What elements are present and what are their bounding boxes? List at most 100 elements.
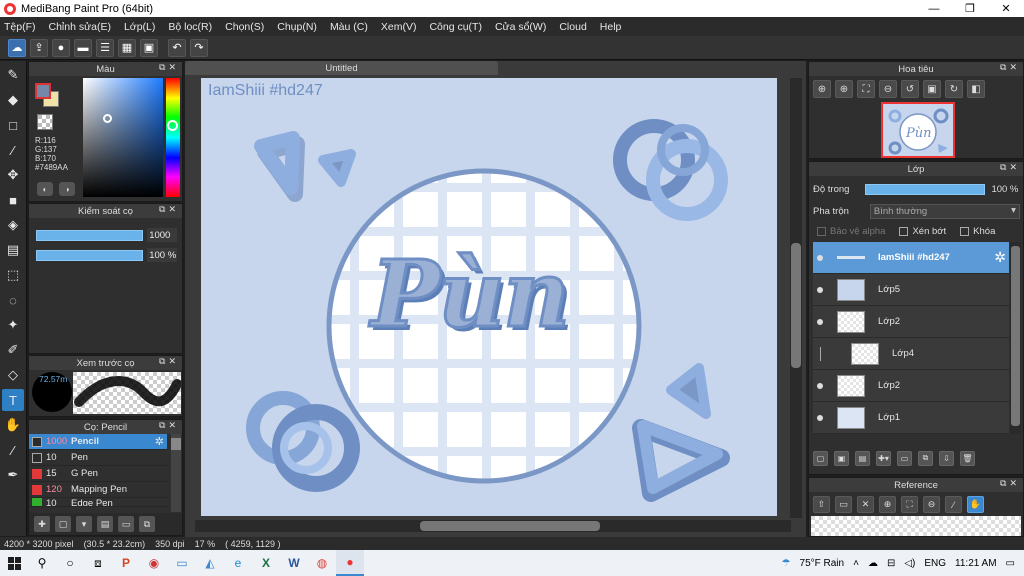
visibility-eye-icon[interactable]: [813, 346, 827, 361]
task-view-icon[interactable]: ⧈: [84, 550, 112, 576]
eraser-tool-icon[interactable]: ◆: [2, 89, 24, 111]
delete-layer-icon[interactable]: 🗑: [960, 450, 975, 466]
flip-icon[interactable]: ◧: [967, 80, 985, 98]
brush-copy-icon[interactable]: ▤: [97, 516, 113, 532]
layer-row-lop2-b[interactable]: Lớp2: [813, 370, 1009, 402]
navigator-thumbnail[interactable]: Pùn: [881, 102, 955, 158]
move-tool-icon[interactable]: ✥: [2, 164, 24, 186]
new-brush-icon[interactable]: ▢: [55, 516, 71, 532]
network-icon[interactable]: ⊟: [887, 558, 895, 569]
language-indicator[interactable]: ENG: [924, 558, 946, 569]
hand-icon[interactable]: ✋: [967, 496, 984, 513]
transparent-color-swatch[interactable]: [37, 114, 53, 130]
text-tool-icon[interactable]: T: [2, 389, 24, 411]
menu-help[interactable]: Help: [600, 21, 622, 33]
panel-controls-icon[interactable]: ⧉✕: [1000, 62, 1020, 73]
menu-file[interactable]: Tệp(F): [4, 21, 36, 33]
palette-icon[interactable]: ◐: [37, 182, 53, 196]
gear-icon[interactable]: ✲: [155, 435, 164, 448]
menu-edit[interactable]: Chỉnh sửa(E): [49, 21, 111, 33]
hue-slider[interactable]: [166, 78, 180, 197]
open-folder-icon[interactable]: ▭: [835, 496, 852, 513]
edge-icon[interactable]: e: [224, 550, 252, 576]
lock-checkbox[interactable]: Khóa: [960, 226, 995, 237]
document-tab[interactable]: Untitled: [185, 61, 498, 75]
menu-view[interactable]: Xem(V): [381, 21, 417, 33]
tiles-icon[interactable]: ▣: [140, 38, 158, 57]
photos-icon[interactable]: ◭: [196, 550, 224, 576]
new-layer-icon[interactable]: ▢: [813, 450, 828, 466]
zoom-in-alt-icon[interactable]: ⊕: [835, 80, 853, 98]
cloud-icon[interactable]: ☁: [8, 38, 26, 57]
menu-tools[interactable]: Công cụ(T): [429, 21, 482, 33]
comment-icon[interactable]: ▬: [74, 38, 92, 57]
medibang-taskbar-icon[interactable]: ●: [336, 550, 364, 576]
rotate-left-icon[interactable]: ↺: [901, 80, 919, 98]
layer-row-lop1[interactable]: Lớp1: [813, 402, 1009, 434]
canvas-horizontal-scrollbar[interactable]: [195, 520, 791, 532]
zoom-in-icon[interactable]: ⊕: [813, 80, 831, 98]
visibility-eye-icon[interactable]: [813, 286, 827, 293]
duplicate-layer-icon[interactable]: ⧉: [918, 450, 933, 466]
zoom-out-icon[interactable]: ⊖: [923, 496, 940, 513]
visibility-eye-icon[interactable]: [813, 414, 827, 421]
fit-screen-icon[interactable]: ▣: [923, 80, 941, 98]
brush-size-value[interactable]: 1000: [147, 228, 177, 242]
list-icon[interactable]: ☰: [96, 38, 114, 57]
new-folder-icon[interactable]: ▭: [897, 450, 912, 466]
select-pen-tool-icon[interactable]: ✐: [2, 339, 24, 361]
gradient-tool-icon[interactable]: ▤: [2, 239, 24, 261]
foreground-color-swatch[interactable]: [35, 83, 51, 99]
panel-controls-icon[interactable]: ⧉✕: [159, 420, 179, 431]
panel-controls-icon[interactable]: ⧉✕: [1000, 478, 1020, 489]
menu-filter[interactable]: Bộ lọc(R): [168, 21, 212, 33]
grid-icon[interactable]: ▦: [118, 38, 136, 57]
merge-layer-icon[interactable]: ⇩: [939, 450, 954, 466]
recorder-icon[interactable]: ◉: [140, 550, 168, 576]
eyedropper-tool-icon[interactable]: ⁄: [2, 439, 24, 461]
eyedropper-icon[interactable]: ⁄: [945, 496, 962, 513]
zoom-in-icon[interactable]: ⊕: [879, 496, 896, 513]
drawing-canvas[interactable]: IamShiii #hd247 Pùn: [201, 78, 777, 516]
brush-item-g-pen[interactable]: 15 G Pen: [29, 466, 167, 482]
menu-window[interactable]: Cửa sổ(W): [495, 21, 546, 33]
brush-menu-icon[interactable]: ▾: [76, 516, 92, 532]
cloud-upload-icon[interactable]: ⇧: [813, 496, 830, 513]
pen-tool-icon[interactable]: ✒: [2, 464, 24, 486]
brush-list-scrollbar[interactable]: [171, 434, 181, 512]
visibility-eye-icon[interactable]: [813, 318, 827, 325]
gear-icon[interactable]: ✲: [994, 249, 1006, 266]
lasso-tool-icon[interactable]: ◌: [2, 289, 24, 311]
brush-item-edge-pen[interactable]: 10 Edge Pen: [29, 498, 167, 507]
bucket-tool-icon[interactable]: ◈: [2, 214, 24, 236]
new-halftone-layer-icon[interactable]: ▣: [834, 450, 849, 466]
magic-wand-tool-icon[interactable]: ✦: [2, 314, 24, 336]
excel-icon[interactable]: X: [252, 550, 280, 576]
panel-controls-icon[interactable]: ⧉✕: [159, 62, 179, 73]
minimize-button[interactable]: —: [916, 0, 952, 17]
saturation-value-picker[interactable]: [83, 78, 163, 197]
volume-icon[interactable]: ◁): [904, 558, 915, 569]
add-brush-icon[interactable]: ✚: [34, 516, 50, 532]
hue-cursor[interactable]: [167, 120, 178, 131]
layer-opacity-slider[interactable]: [865, 183, 986, 195]
cortana-icon[interactable]: ○: [56, 550, 84, 576]
protect-alpha-checkbox[interactable]: Bảo vệ alpha: [817, 226, 885, 237]
new-8bit-layer-icon[interactable]: ▤: [855, 450, 870, 466]
close-button[interactable]: ✕: [988, 0, 1024, 17]
menu-color[interactable]: Màu (C): [330, 21, 368, 33]
visibility-eye-icon[interactable]: [813, 382, 827, 389]
select-eraser-tool-icon[interactable]: ◇: [2, 364, 24, 386]
start-button[interactable]: [0, 550, 28, 576]
layer-row-lop2[interactable]: Lớp2: [813, 306, 1009, 338]
menu-capture[interactable]: Chụp(N): [277, 21, 317, 33]
fit-icon[interactable]: ⛶: [857, 80, 875, 98]
chevron-up-icon[interactable]: ˄: [853, 558, 859, 569]
cloud-sync-icon[interactable]: ☁: [868, 558, 878, 569]
add-layer-menu-icon[interactable]: ✚▾: [876, 450, 891, 466]
zoom-out-icon[interactable]: ⊖: [879, 80, 897, 98]
panel-controls-icon[interactable]: ⧉✕: [1000, 162, 1020, 173]
hand-tool-icon[interactable]: ✋: [2, 414, 24, 436]
canvas-vertical-scrollbar[interactable]: [790, 78, 802, 518]
brush-size-slider[interactable]: [36, 229, 144, 241]
